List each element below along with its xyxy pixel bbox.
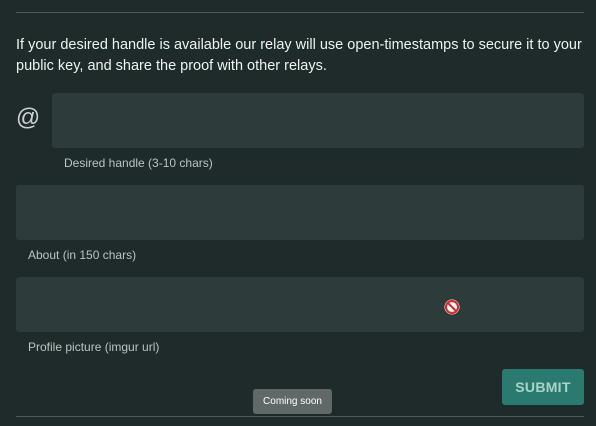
profile-picture-input[interactable] [16, 277, 584, 332]
coming-soon-tooltip: Coming soon [253, 389, 332, 414]
about-input[interactable] [16, 185, 584, 240]
not-allowed-icon [444, 299, 460, 315]
profile-picture-field[interactable] [16, 277, 584, 332]
top-divider [16, 12, 584, 13]
handle-input[interactable] [52, 93, 584, 148]
about-field[interactable] [16, 185, 584, 240]
about-helper-text: About (in 150 chars) [28, 248, 137, 262]
profile-picture-helper-text: Profile picture (imgur url) [28, 340, 160, 354]
handle-field[interactable] [52, 93, 584, 148]
bottom-divider [16, 416, 584, 417]
intro-text: If your desired handle is available our … [16, 37, 582, 74]
submit-button[interactable]: SUBMIT [502, 369, 584, 405]
at-icon: @ [15, 104, 41, 131]
handle-helper-text: Desired handle (3-10 chars) [64, 156, 213, 170]
